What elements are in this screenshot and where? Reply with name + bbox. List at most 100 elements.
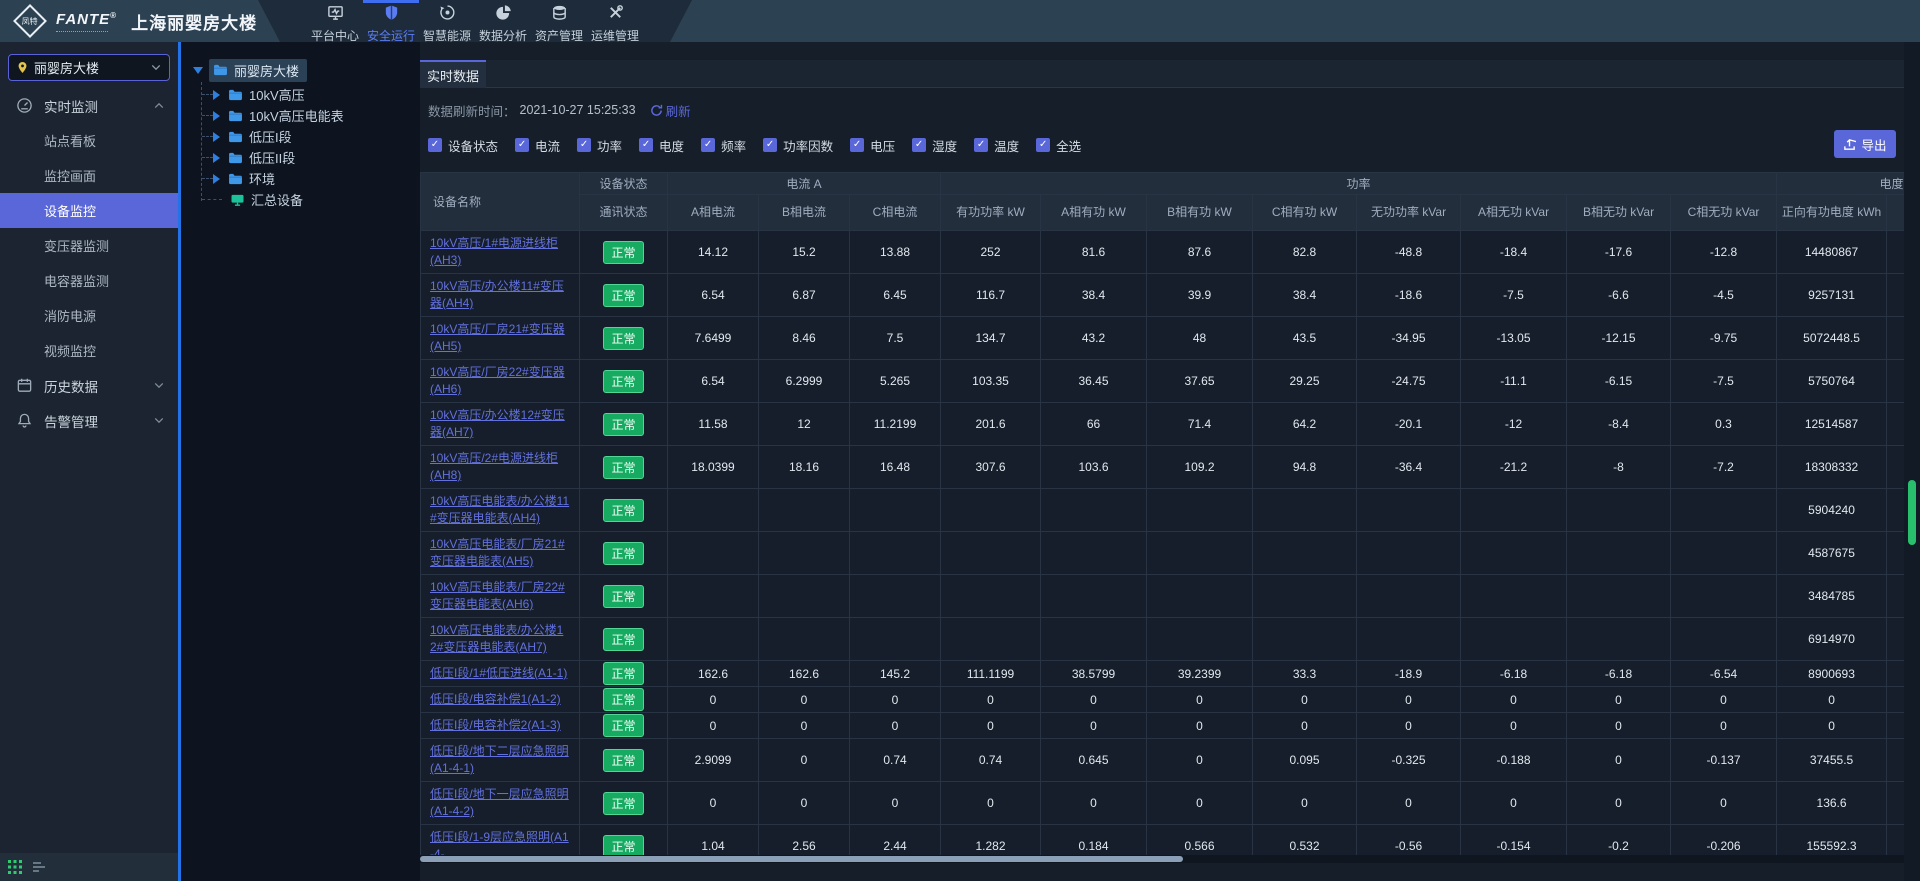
device-link[interactable]: 低压I段/1-9层应急照明(A1-4- — [430, 830, 569, 855]
value-cell: 109.2 — [1147, 446, 1253, 489]
value-cell: -13.05 — [1461, 317, 1567, 360]
collapse-arrow-icon[interactable] — [213, 90, 220, 100]
device-link[interactable]: 10kV高压/办公楼11#变压器(AH4) — [430, 279, 564, 310]
location-pin-icon — [17, 61, 28, 74]
grid-dots-icon[interactable] — [8, 860, 22, 874]
sidebar-item-capacitor[interactable]: 电容器监测 — [0, 263, 178, 298]
column-group-header: 设备状态 — [580, 173, 668, 195]
device-link[interactable]: 低压I段/电容补偿1(A1-2) — [430, 692, 561, 706]
filter-checkbox-frequency[interactable]: ✓频率 — [701, 136, 746, 155]
device-link[interactable]: 10kV高压/厂房21#变压器(AH5) — [430, 322, 565, 353]
device-link[interactable]: 低压I段/地下一层应急照明(A1-4-2) — [430, 787, 569, 818]
value-cell: 103.35 — [941, 360, 1041, 403]
spacer-cell — [1887, 532, 1904, 575]
value-cell: -8 — [1567, 446, 1671, 489]
vertical-scrollbar-thumb[interactable] — [1908, 480, 1916, 545]
filter-checkbox-device-status[interactable]: ✓设备状态 — [428, 136, 498, 155]
filter-checkbox-voltage[interactable]: ✓电压 — [850, 136, 895, 155]
sidebar-item-screen[interactable]: 监控画面 — [0, 158, 178, 193]
checkbox-checked-icon[interactable]: ✓ — [428, 138, 442, 152]
collapse-arrow-icon[interactable] — [213, 111, 220, 121]
checkbox-checked-icon[interactable]: ✓ — [577, 138, 591, 152]
checkbox-checked-icon[interactable]: ✓ — [850, 138, 864, 152]
tree-node-summary[interactable]: 汇总设备 — [181, 189, 420, 210]
checkbox-checked-icon[interactable]: ✓ — [701, 138, 715, 152]
checkbox-checked-icon[interactable]: ✓ — [912, 138, 926, 152]
tree-node-env[interactable]: 环境 — [181, 168, 420, 189]
checkbox-checked-icon[interactable]: ✓ — [639, 138, 653, 152]
nav-item-platform[interactable]: 平台中心 — [311, 0, 359, 42]
filter-checkbox-power[interactable]: ✓功率 — [577, 136, 622, 155]
collapse-arrow-icon[interactable] — [213, 153, 220, 163]
collapse-arrow-icon[interactable] — [213, 174, 220, 184]
topbar: 平台中心安全运行智慧能源数据分析资产管理运维管理 凤特 FANTE® 上海丽婴房… — [0, 0, 1920, 42]
checkbox-checked-icon[interactable]: ✓ — [515, 138, 529, 152]
value-cell: 6.54 — [668, 274, 759, 317]
device-name-cell: 10kV高压/办公楼11#变压器(AH4) — [421, 274, 580, 317]
value-cell: -20.1 — [1357, 403, 1461, 446]
nav-item-analysis[interactable]: 数据分析 — [479, 0, 527, 42]
device-link[interactable]: 低压I段/电容补偿2(A1-3) — [430, 718, 561, 732]
nav-item-safety[interactable]: 安全运行 — [367, 0, 415, 42]
sidebar: 丽婴房大楼 实时监测站点看板监控画面设备监控变压器监测电容器监测消防电源视频监控… — [0, 42, 178, 881]
filter-checkbox-current[interactable]: ✓电流 — [515, 136, 560, 155]
device-link[interactable]: 10kV高压/办公楼12#变压器(AH7) — [430, 408, 565, 439]
value-cell: 0 — [1567, 739, 1671, 782]
checkbox-checked-icon[interactable]: ✓ — [974, 138, 988, 152]
tree-node-root[interactable]: 丽婴房大楼 — [181, 58, 420, 82]
device-link[interactable]: 10kV高压电能表/办公楼12#变压器电能表(AH7) — [430, 623, 563, 654]
filter-checkbox-humidity[interactable]: ✓湿度 — [912, 136, 957, 155]
tab-realtime-data[interactable]: 实时数据 — [420, 60, 486, 88]
filter-checkbox-power-factor[interactable]: ✓功率因数 — [763, 136, 833, 155]
value-cell: 0 — [850, 782, 941, 825]
sidebar-item-alarm[interactable]: 告警管理 — [0, 403, 178, 438]
value-cell: 48 — [1147, 317, 1253, 360]
sidebar-item-transformer[interactable]: 变压器监测 — [0, 228, 178, 263]
sidebar-item-fire-power[interactable]: 消防电源 — [0, 298, 178, 333]
nav-item-ops[interactable]: 运维管理 — [591, 0, 639, 42]
value-cell: 0 — [941, 687, 1041, 713]
sidebar-item-video[interactable]: 视频监控 — [0, 333, 178, 368]
filter-checkbox-temperature[interactable]: ✓温度 — [974, 136, 1019, 155]
tree-node-lv-1[interactable]: 低压I段 — [181, 126, 420, 147]
device-link[interactable]: 10kV高压电能表/厂房21#变压器电能表(AH5) — [430, 537, 565, 568]
refresh-button[interactable]: 刷新 — [650, 101, 691, 120]
device-link[interactable]: 10kV高压电能表/厂房22#变压器电能表(AH6) — [430, 580, 565, 611]
value-cell: 0.532 — [1253, 825, 1357, 856]
nav-item-label: 资产管理 — [535, 27, 583, 44]
device-link[interactable]: 低压I段/1#低压进线(A1-1) — [430, 666, 567, 680]
sidebar-item-history[interactable]: 历史数据 — [0, 368, 178, 403]
device-link[interactable]: 10kV高压/2#电源进线柜(AH8) — [430, 451, 558, 482]
filter-checkbox-energy[interactable]: ✓电度 — [639, 136, 684, 155]
tree-node-lv-2[interactable]: 低压II段 — [181, 147, 420, 168]
tree-node-hv-10kv-meters[interactable]: 10kV高压电能表 — [181, 105, 420, 126]
checkbox-checked-icon[interactable]: ✓ — [1036, 138, 1050, 152]
device-link[interactable]: 低压I段/地下二层应急照明(A1-4-1) — [430, 744, 569, 775]
spacer-cell — [1887, 618, 1904, 661]
checkbox-checked-icon[interactable]: ✓ — [763, 138, 777, 152]
device-tree-panel: 丽婴房大楼10kV高压10kV高压电能表低压I段低压II段环境汇总设备 — [181, 42, 420, 881]
folder-icon — [228, 173, 243, 185]
value-cell: 1.282 — [941, 825, 1041, 856]
device-link[interactable]: 10kV高压电能表/办公楼11#变压器电能表(AH4) — [430, 494, 569, 525]
horizontal-scrollbar-thumb[interactable] — [420, 856, 1183, 862]
nav-item-asset[interactable]: 资产管理 — [535, 0, 583, 42]
expand-arrow-icon[interactable] — [193, 67, 203, 74]
nav-item-energy[interactable]: 智慧能源 — [423, 0, 471, 42]
export-button[interactable]: 导出 — [1834, 130, 1896, 158]
value-cell: 0 — [1147, 687, 1253, 713]
value-cell: 0 — [759, 782, 850, 825]
device-link[interactable]: 10kV高压/厂房22#变压器(AH6) — [430, 365, 565, 396]
filter-checkbox-select-all[interactable]: ✓全选 — [1036, 136, 1081, 155]
sidebar-item-device[interactable]: 设备监控 — [0, 193, 178, 228]
site-select[interactable]: 丽婴房大楼 — [8, 54, 170, 81]
list-icon[interactable] — [32, 861, 46, 873]
sidebar-item-realtime[interactable]: 实时监测 — [0, 88, 178, 123]
sidebar-item-site-board[interactable]: 站点看板 — [0, 123, 178, 158]
collapse-arrow-icon[interactable] — [213, 132, 220, 142]
status-badge: 正常 — [603, 585, 643, 608]
tree-node-hv-10kv[interactable]: 10kV高压 — [181, 84, 420, 105]
table-row: 低压I段/地下二层应急照明(A1-4-1)正常2.909900.740.740.… — [421, 739, 1905, 782]
value-cell: 201.6 — [941, 403, 1041, 446]
device-link[interactable]: 10kV高压/1#电源进线柜(AH3) — [430, 236, 558, 267]
